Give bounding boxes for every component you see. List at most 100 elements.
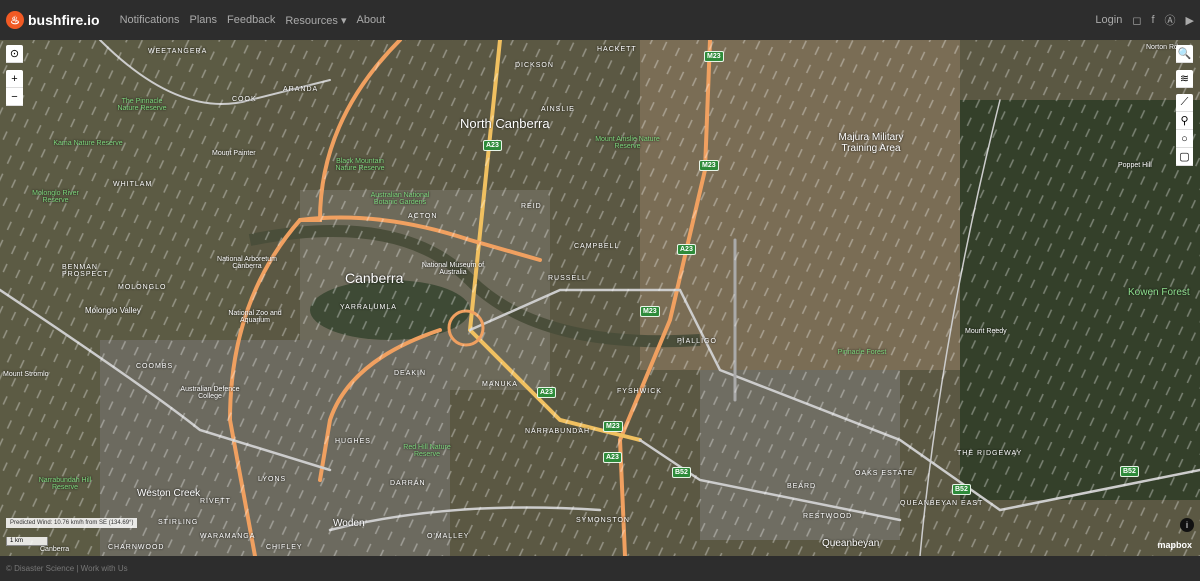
road-shield: M23 (603, 421, 623, 432)
map-label: Molonglo Valley (85, 306, 141, 315)
map-label: ACTON (408, 213, 438, 220)
map-label: RUSSELL (548, 275, 587, 282)
scale-bar: 1 km (6, 537, 48, 546)
map-label: Australian Defence College (180, 386, 240, 400)
app-store-icon[interactable]: Ⓐ (1165, 12, 1176, 28)
map-label: ARANDA (283, 86, 319, 93)
search-button[interactable]: 🔍 (1176, 45, 1193, 63)
predicted-wind-readout: Predicted Wind: 10.76 km/h from SE (134.… (6, 518, 138, 528)
map-label: National Arboretum Canberra (217, 256, 277, 270)
road-shield: B52 (672, 467, 691, 478)
road-shield: A23 (677, 244, 696, 255)
map-label: CHIFLEY (266, 544, 303, 551)
map-label: RIVETT (200, 498, 231, 505)
draw-control: ⟋ ⚲ ○ ▢ (1176, 94, 1193, 166)
map-label: Mount Reedy (965, 328, 1007, 335)
map-label: STIRLING (158, 519, 199, 526)
map-label: COOMBS (136, 363, 174, 370)
zoom-out-button[interactable]: − (6, 88, 23, 106)
mapbox-logo[interactable]: mapbox (1157, 540, 1192, 550)
brand-logo[interactable]: ♨ bushfire.io (6, 11, 100, 29)
map-label: O'MALLEY (427, 533, 470, 540)
road-shield: M23 (704, 51, 724, 62)
map-label: Canberra (40, 546, 70, 553)
map-label: LYONS (258, 476, 287, 483)
road-shield: B52 (1120, 466, 1139, 477)
park-label: Red Hill Nature Reserve (403, 444, 451, 458)
login-link[interactable]: Login (1095, 14, 1122, 26)
locate-control: ⊙ (6, 45, 23, 63)
map-label: Mount Stromlo (3, 371, 49, 378)
map-label: COOK (232, 96, 257, 103)
map-label: Poppet Hill (1118, 162, 1152, 169)
instagram-icon[interactable]: ◻ (1132, 14, 1141, 27)
park-label: Narrabundah Hill Reserve (38, 477, 92, 491)
map-label: BEARD (787, 483, 817, 490)
draw-circle-button[interactable]: ○ (1176, 130, 1193, 148)
map-label: REID (521, 203, 542, 210)
map-label: YARRALUMLA (340, 304, 397, 311)
road-shield: A23 (483, 140, 502, 151)
draw-rectangle-button[interactable]: ▢ (1176, 148, 1193, 166)
zoom-in-button[interactable]: + (6, 70, 23, 88)
layers-control: ≋ (1176, 70, 1193, 88)
facebook-icon[interactable]: f (1151, 14, 1154, 26)
zoom-control: + − (6, 70, 23, 106)
map-label: MOLONGLO (118, 284, 167, 291)
nav-resources-dropdown[interactable]: Resources ▾ (285, 14, 346, 27)
park-label: Mount Ainslie Nature Reserve (595, 136, 660, 150)
info-button[interactable]: i (1180, 518, 1194, 532)
park-label: Kama Nature Reserve (53, 140, 123, 147)
map-label: WHITLAM (113, 181, 153, 188)
map-label: CHARNWOOD (108, 544, 165, 551)
nav-plans[interactable]: Plans (189, 14, 217, 26)
map-label: SYMONSTON (576, 517, 630, 524)
nav-about[interactable]: About (356, 14, 385, 26)
road-shield: B52 (952, 484, 971, 495)
map-label: FYSHWICK (617, 388, 662, 395)
map-canvas (0, 40, 1200, 556)
nav-notifications[interactable]: Notifications (120, 14, 180, 26)
footer: © Disaster Science | Work with Us (0, 556, 1200, 581)
map-label: HUGHES (335, 438, 371, 445)
map-label: AINSLIE (541, 106, 575, 113)
map-label: CAMPBELL (574, 243, 620, 250)
road-shield: M23 (699, 160, 719, 171)
road-shield: A23 (537, 387, 556, 398)
park-label: Black Mountain Nature Reserve (335, 158, 385, 172)
google-play-icon[interactable]: ▶ (1186, 14, 1194, 27)
map-label: Norton Rd (1146, 44, 1178, 51)
map-label: MANUKA (482, 381, 518, 388)
locate-button[interactable]: ⊙ (6, 45, 23, 63)
map-label: RESTWOOD (803, 513, 853, 520)
map-label: NARRABUNDAH (525, 428, 591, 435)
park-label: Australian National Botanic Gardens (370, 192, 430, 206)
map-label: Mount Painter (212, 150, 256, 157)
map-label: WEETANGERA (148, 48, 208, 55)
map-label: Queanbeyan (822, 538, 880, 549)
map-label: DICKSON (515, 62, 554, 69)
park-label: Molonglo River Reserve (32, 190, 79, 204)
map[interactable]: North Canberra Canberra Majura Military … (0, 40, 1200, 556)
map-label: Kowen Forest (1128, 287, 1190, 298)
park-label: Pinnacle Forest (837, 349, 887, 356)
map-label: HACKETT (597, 46, 637, 53)
draw-marker-button[interactable]: ⚲ (1176, 112, 1193, 130)
map-label: DEAKIN (394, 370, 427, 377)
draw-line-button[interactable]: ⟋ (1176, 94, 1193, 112)
map-label: QUEANBEYAN EAST (900, 500, 984, 507)
map-label: OAKS ESTATE (855, 470, 914, 477)
map-label: THE RIDGEWAY (957, 450, 1023, 457)
map-label: National Museum of Australia (421, 262, 485, 276)
road-shield: M23 (640, 306, 660, 317)
nav-feedback[interactable]: Feedback (227, 14, 275, 26)
park-label: The Pinnacle Nature Reserve (117, 98, 167, 112)
map-label: National Zoo and Aquarium (228, 310, 282, 324)
map-label: Majura Military Training Area (838, 132, 904, 154)
map-label: North Canberra (460, 116, 550, 131)
flame-icon: ♨ (6, 11, 24, 29)
map-label: PIALLIGO (677, 338, 717, 345)
layers-button[interactable]: ≋ (1176, 70, 1193, 88)
road-shield: A23 (603, 452, 622, 463)
map-label: Canberra (345, 270, 404, 286)
